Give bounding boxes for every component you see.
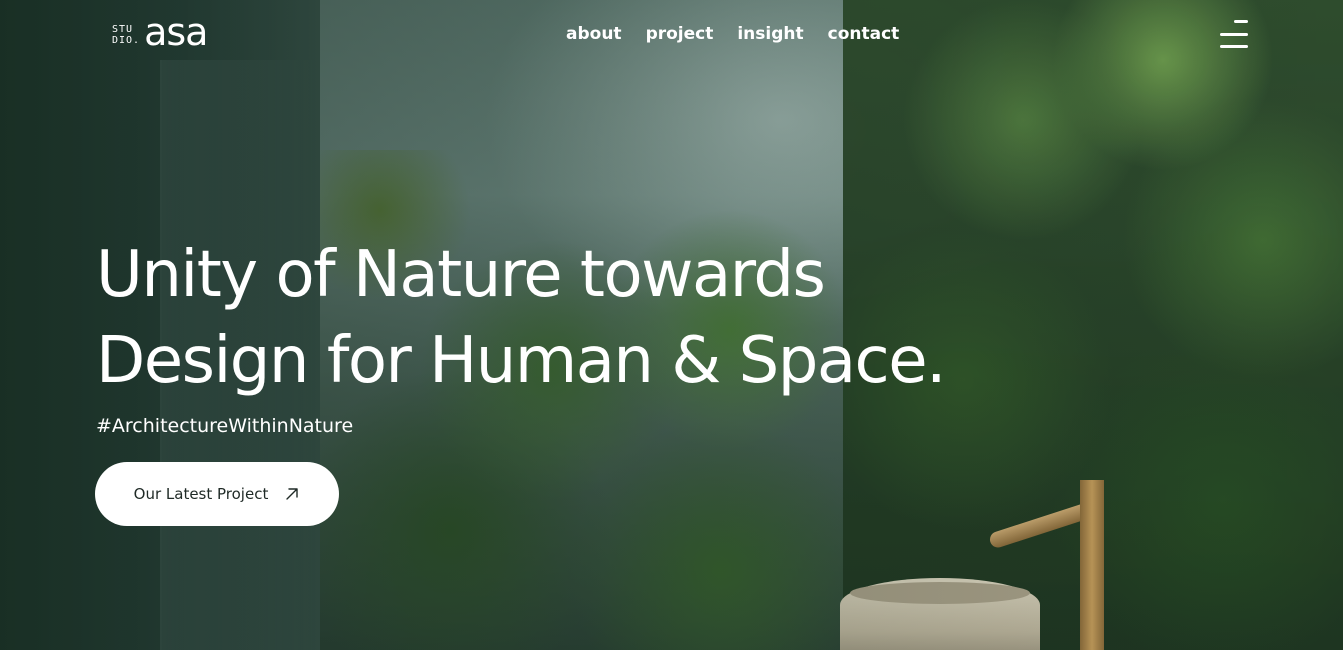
hero-section: STU DIO. asa about project insight conta… [0,0,1343,650]
nav-link-project[interactable]: project [646,22,714,46]
logo-studio-text: STU DIO. [112,24,140,46]
menu-line [1220,45,1248,48]
hero-hashtag: #ArchitectureWithinNature [96,415,354,437]
nav-link-contact[interactable]: contact [828,22,900,46]
nav-link-insight[interactable]: insight [737,22,803,46]
hero-headline: Unity of Nature towards Design for Human… [96,232,996,404]
arrow-up-right-icon [284,486,300,502]
latest-project-button[interactable]: Our Latest Project [95,462,339,526]
menu-line [1220,32,1248,36]
logo-small-bottom: DIO. [112,35,141,46]
studio-asa-logo[interactable]: STU DIO. asa [112,10,208,54]
logo-small-top: STU [112,24,134,35]
menu-icon[interactable] [1214,20,1248,48]
headline-line-2: Design for Human & Space. [96,324,946,398]
site-header: STU DIO. asa about project insight conta… [0,0,1343,70]
logo-wordmark: asa [144,10,208,54]
cta-label: Our Latest Project [133,485,269,503]
nav-link-about[interactable]: about [566,22,622,46]
main-nav: about project insight contact [566,22,923,46]
menu-line [1234,20,1248,23]
headline-line-1: Unity of Nature towards [96,238,826,312]
